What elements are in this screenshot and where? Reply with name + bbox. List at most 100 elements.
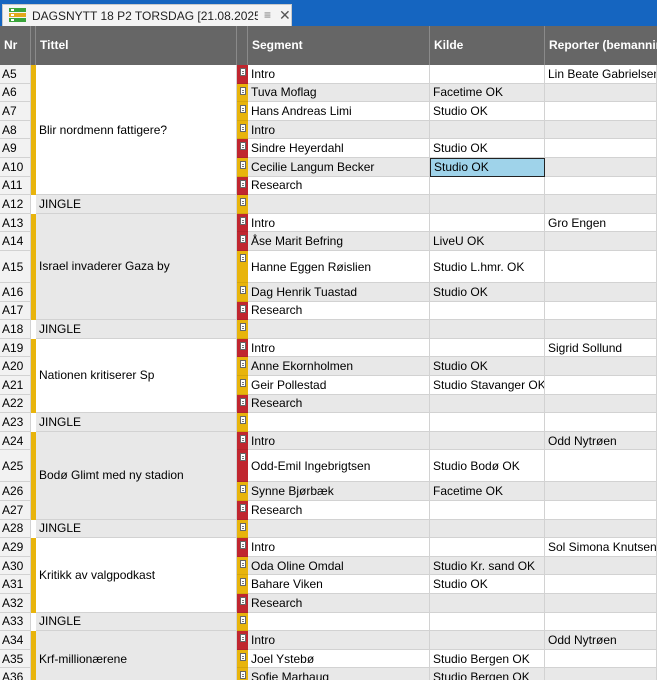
reporter-cell[interactable] bbox=[545, 413, 657, 432]
segment-cell[interactable]: Åse Marit Befring bbox=[248, 232, 430, 251]
row-number[interactable]: A18 bbox=[0, 320, 31, 339]
row-number[interactable]: A36 bbox=[0, 668, 31, 680]
reporter-cell[interactable] bbox=[545, 612, 657, 632]
kilde-cell[interactable] bbox=[430, 431, 545, 451]
row-number[interactable]: A27 bbox=[0, 501, 31, 520]
reporter-cell[interactable] bbox=[545, 195, 657, 214]
kilde-cell[interactable]: Studio Kr. sand OK bbox=[430, 556, 545, 576]
col-header-segment[interactable]: Segment bbox=[248, 26, 430, 65]
segment-cell[interactable]: Research bbox=[248, 176, 430, 196]
segment-cell[interactable]: Dag Henrik Tuastad bbox=[248, 283, 430, 302]
segment-cell[interactable]: Cecilie Langum Becker bbox=[248, 158, 430, 177]
row-number[interactable]: A25 bbox=[0, 450, 31, 483]
document-icon[interactable] bbox=[240, 142, 246, 151]
reporter-cell[interactable]: Sol Simona Knutsen bbox=[545, 538, 657, 557]
row-number[interactable]: A5 bbox=[0, 65, 31, 84]
reporter-cell[interactable] bbox=[545, 519, 657, 539]
segment-cell[interactable]: Sindre Heyerdahl bbox=[248, 139, 430, 158]
document-icon[interactable] bbox=[240, 323, 246, 332]
segment-cell[interactable]: Bahare Viken bbox=[248, 575, 430, 594]
story-title[interactable]: Nationen kritiserer Sp bbox=[36, 338, 237, 414]
kilde-cell[interactable]: Studio Bergen OK bbox=[430, 649, 545, 669]
document-icon[interactable] bbox=[240, 615, 246, 624]
story-title[interactable]: Kritikk av valgpodkast bbox=[36, 538, 237, 613]
row-number[interactable]: A29 bbox=[0, 538, 31, 557]
segment-cell[interactable]: Intro bbox=[248, 538, 430, 557]
reporter-cell[interactable] bbox=[545, 668, 657, 680]
col-header-nr[interactable]: Nr bbox=[0, 26, 31, 65]
segment-cell[interactable]: Intro bbox=[248, 120, 430, 140]
reporter-cell[interactable] bbox=[545, 320, 657, 339]
segment-cell[interactable] bbox=[248, 195, 430, 214]
segment-cell[interactable]: Sofie Marhaug bbox=[248, 668, 430, 680]
kilde-cell[interactable] bbox=[430, 501, 545, 520]
kilde-cell[interactable] bbox=[430, 413, 545, 432]
row-number[interactable]: A15 bbox=[0, 251, 31, 283]
document-icon[interactable] bbox=[240, 304, 246, 313]
document-icon[interactable] bbox=[240, 397, 246, 406]
document-icon[interactable] bbox=[240, 634, 246, 643]
row-number[interactable]: A10 bbox=[0, 158, 31, 177]
row-number[interactable]: A21 bbox=[0, 376, 31, 395]
row-number[interactable]: A20 bbox=[0, 357, 31, 376]
story-title[interactable]: JINGLE bbox=[36, 195, 237, 214]
document-icon[interactable] bbox=[240, 216, 246, 225]
document-icon[interactable] bbox=[240, 86, 246, 95]
document-icon[interactable] bbox=[240, 161, 246, 169]
row-number[interactable]: A8 bbox=[0, 120, 31, 140]
menu-icon[interactable]: ≡ bbox=[264, 8, 271, 22]
story-title[interactable]: JINGLE bbox=[36, 320, 237, 339]
row-number[interactable]: A6 bbox=[0, 83, 31, 103]
kilde-cell[interactable]: Studio OK bbox=[430, 575, 545, 594]
row-number[interactable]: A9 bbox=[0, 139, 31, 158]
kilde-cell[interactable] bbox=[430, 195, 545, 214]
row-number[interactable]: A16 bbox=[0, 283, 31, 302]
segment-cell[interactable]: Geir Pollestad bbox=[248, 376, 430, 395]
reporter-cell[interactable] bbox=[545, 139, 657, 158]
kilde-cell[interactable] bbox=[430, 176, 545, 196]
document-icon[interactable] bbox=[240, 434, 246, 443]
row-number[interactable]: A7 bbox=[0, 102, 31, 121]
segment-cell[interactable] bbox=[248, 413, 430, 432]
kilde-cell[interactable]: Facetime OK bbox=[430, 83, 545, 103]
document-icon[interactable] bbox=[240, 522, 246, 531]
document-icon[interactable] bbox=[240, 504, 246, 512]
segment-cell[interactable]: Research bbox=[248, 501, 430, 520]
kilde-cell[interactable]: LiveU OK bbox=[430, 232, 545, 251]
row-number[interactable]: A12 bbox=[0, 195, 31, 214]
row-number[interactable]: A26 bbox=[0, 482, 31, 501]
segment-cell[interactable] bbox=[248, 612, 430, 632]
story-title[interactable]: JINGLE bbox=[36, 413, 237, 432]
segment-cell[interactable]: Intro bbox=[248, 631, 430, 650]
document-icon[interactable] bbox=[240, 597, 246, 605]
reporter-cell[interactable] bbox=[545, 176, 657, 196]
document-icon[interactable] bbox=[240, 286, 246, 294]
row-number[interactable]: A17 bbox=[0, 301, 31, 321]
kilde-cell[interactable] bbox=[430, 594, 545, 613]
kilde-cell[interactable] bbox=[430, 120, 545, 140]
row-number[interactable]: A11 bbox=[0, 176, 31, 196]
row-number[interactable]: A19 bbox=[0, 338, 31, 358]
reporter-cell[interactable]: Odd Nytrøen bbox=[545, 431, 657, 451]
document-icon[interactable] bbox=[240, 179, 246, 188]
segment-cell[interactable]: Research bbox=[248, 394, 430, 414]
document-icon[interactable] bbox=[240, 559, 246, 568]
document-icon[interactable] bbox=[240, 198, 246, 207]
kilde-cell[interactable]: Studio Bodø OK bbox=[430, 450, 545, 483]
row-number[interactable]: A14 bbox=[0, 232, 31, 251]
reporter-cell[interactable] bbox=[545, 594, 657, 613]
kilde-cell[interactable] bbox=[430, 320, 545, 339]
close-icon[interactable]: ✕ bbox=[279, 7, 291, 24]
tab-rundown[interactable]: DAGSNYTT 18 P2 TORSDAG [21.08.2025 18:00… bbox=[2, 4, 292, 26]
document-icon[interactable] bbox=[240, 485, 246, 494]
story-title[interactable]: Bodø Glimt med ny stadion bbox=[36, 431, 237, 520]
reporter-cell[interactable]: Odd Nytrøen bbox=[545, 631, 657, 650]
row-number[interactable]: A22 bbox=[0, 394, 31, 414]
reporter-cell[interactable] bbox=[545, 394, 657, 414]
reporter-cell[interactable] bbox=[545, 450, 657, 483]
kilde-cell[interactable] bbox=[430, 65, 545, 84]
segment-cell[interactable]: Intro bbox=[248, 65, 430, 84]
kilde-cell[interactable] bbox=[430, 213, 545, 233]
reporter-cell[interactable] bbox=[545, 102, 657, 121]
document-icon[interactable] bbox=[240, 68, 246, 76]
